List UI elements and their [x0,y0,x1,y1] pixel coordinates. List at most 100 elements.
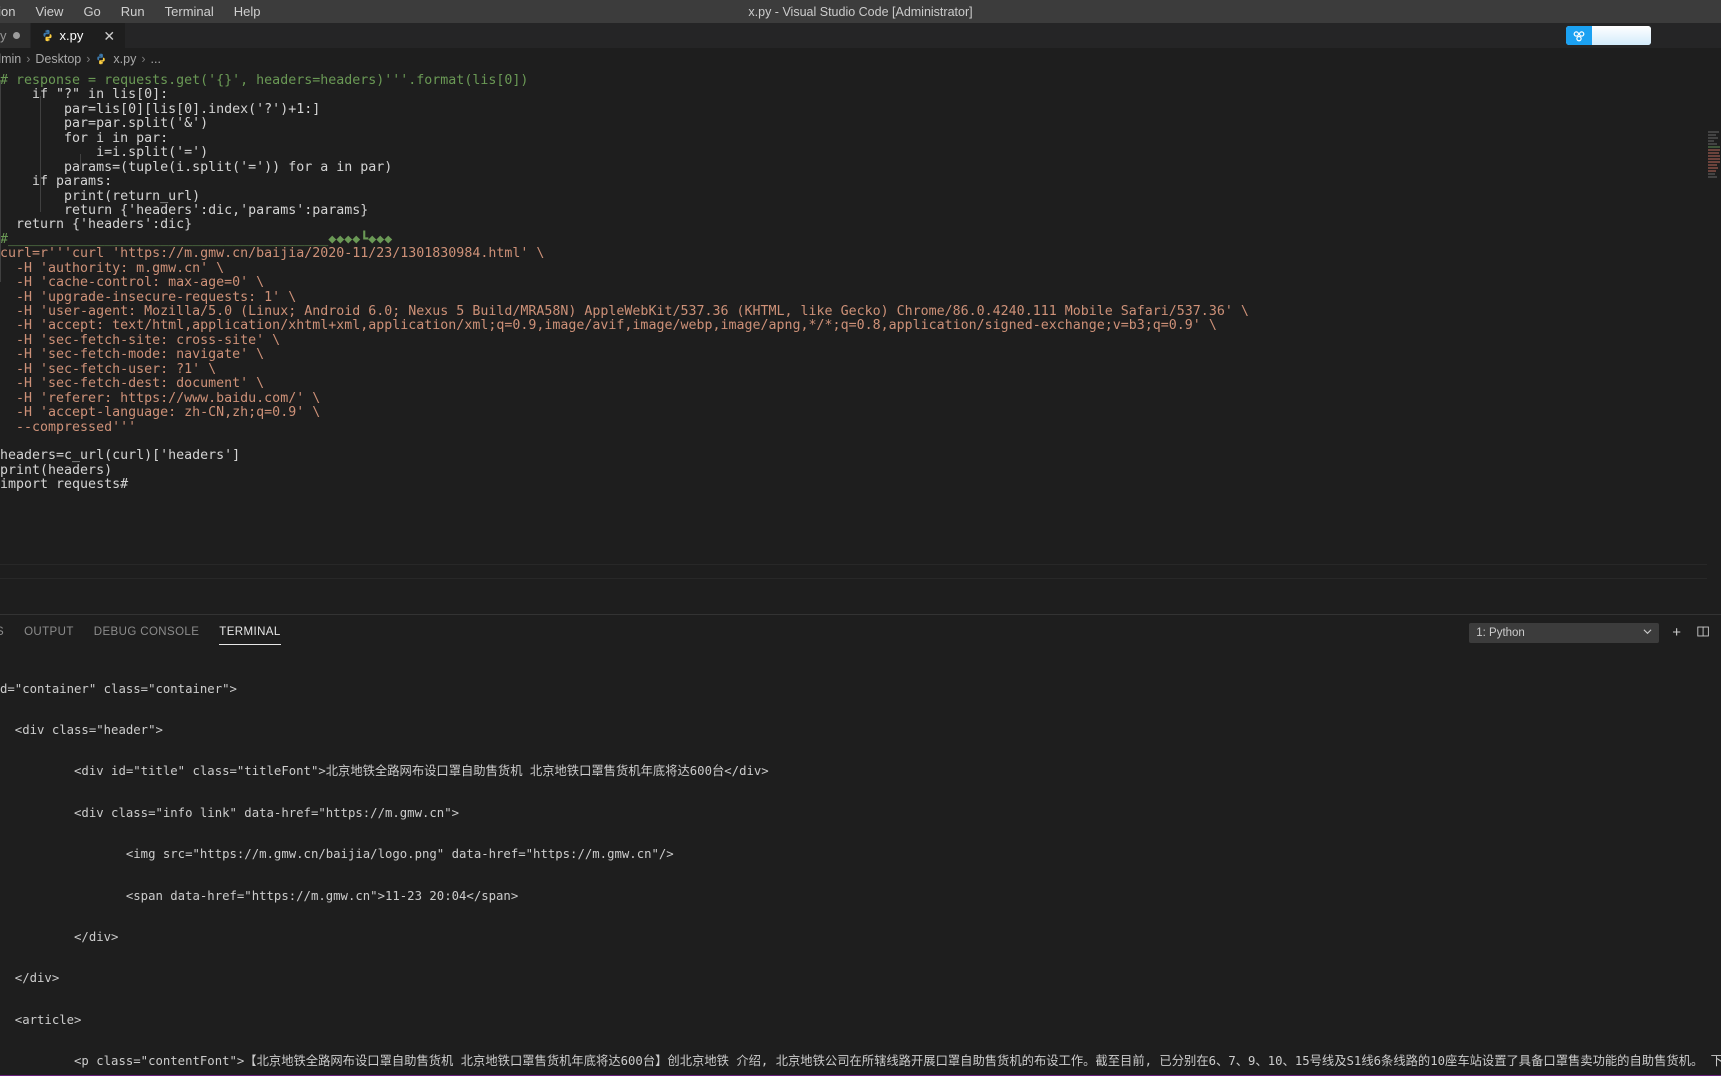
code-line: if "?" in lis[0]: [0,88,1721,102]
code-line-text: -H 'sec-fetch-user: ?1' \ [0,362,216,377]
code-line-text: -H 'sec-fetch-site: cross-site' \ [0,333,280,348]
terminal-line: <div id="title" class="titleFont">北京地铁全路… [0,765,1721,779]
menu-bar[interactable]: Selection View Go Run Terminal Help [0,2,271,21]
split-terminal-icon[interactable] [1694,625,1713,641]
terminal-line: </div> [0,931,1721,945]
code-line: print(return_url) [0,190,1721,204]
code-line: -H 'sec-fetch-user: ?1' \ [0,363,1721,377]
terminal-line: <span data-href="https://m.gmw.cn">11-23… [0,890,1721,904]
code-line: print(headers) [0,464,1721,478]
code-line: par=par.split('&') [0,117,1721,131]
code-line: -H 'sec-fetch-dest: document' \ [0,377,1721,391]
code-line-text: #_______________________________________… [0,232,392,247]
code-line-text: headers=c_url(curl)['headers'] [0,448,240,463]
panel-tab-output[interactable]: OUTPUT [14,615,84,650]
breadcrumb[interactable]: › admin › Desktop › x.py › ... [0,48,1721,70]
code-line: -H 'upgrade-insecure-requests: 1' \ [0,291,1721,305]
breadcrumb-sep-1: › [26,52,30,66]
close-icon[interactable]: ✕ [103,29,115,43]
code-line: if params: [0,175,1721,189]
terminal-line: <div class="info link" data-href="https:… [0,807,1721,821]
panel-tab-problems[interactable]: S [0,615,14,650]
code-line: headers=c_url(curl)['headers'] [0,449,1721,463]
code-line: --compressed''' [0,421,1721,435]
breadcrumb-item-file[interactable]: x.py [113,52,136,66]
code-line-text: return {'headers':dic} [0,217,192,232]
editor-tab-partial[interactable]: y [0,23,31,48]
code-line: -H 'accept: text/html,application/xhtml+… [0,319,1721,333]
code-line: -H 'user-agent: Mozilla/5.0 (Linux; Andr… [0,305,1721,319]
cursor-line-highlight [0,564,1721,579]
minimap[interactable] [1707,70,1721,614]
code-line: par=lis[0][lis[0].index('?')+1:] [0,103,1721,117]
terminal-line: <div class="header"> [0,724,1721,738]
indent-guide [0,82,1,282]
codelens-body [1592,26,1651,45]
terminal-line: <article> [0,1014,1721,1028]
panel-actions: 1: Python + [1469,615,1721,650]
menu-item-terminal[interactable]: Terminal [155,2,224,21]
code-line-text: -H 'user-agent: Mozilla/5.0 (Linux; Andr… [0,304,1249,319]
panel-tab-bar: S OUTPUT DEBUG CONSOLE TERMINAL 1: Pytho… [0,614,1721,649]
editor-tab-bar: y x.py ✕ [0,23,1721,48]
panel-tab-debug-console[interactable]: DEBUG CONSOLE [84,615,210,650]
code-line-text: # response = requests.get('{}', headers=… [0,73,528,88]
menu-item-help[interactable]: Help [224,2,271,21]
code-line-text: -H 'sec-fetch-dest: document' \ [0,376,264,391]
editor-tab-label: x.py [60,28,84,43]
code-line: return {'headers':dic,'params':params} [0,204,1721,218]
code-line-text: curl=r'''curl 'https://m.gmw.cn/baijia/2… [0,246,544,261]
code-line: -H 'sec-fetch-mode: navigate' \ [0,348,1721,362]
code-line: params=(tuple(i.split('=')) for a in par… [0,161,1721,175]
code-line-text: --compressed''' [0,420,136,435]
codelens-icon [1566,26,1592,45]
breadcrumb-item-desktop[interactable]: Desktop [35,52,81,66]
terminal-line: </div> [0,972,1721,986]
menu-item-run[interactable]: Run [111,2,155,21]
indent-guide [40,96,41,212]
code-line-text: if params: [0,174,112,189]
code-line-blank [0,435,1721,449]
code-line-text: par=par.split('&') [0,116,208,131]
terminal-output[interactable]: d="container" class="container"> <div cl… [0,649,1721,1069]
code-line-curl-start: curl=r'''curl 'https://m.gmw.cn/baijia/2… [0,247,1721,261]
menu-item-selection[interactable]: Selection [0,2,25,21]
editor-tab-partial-label: y [0,28,7,43]
code-line-text: -H 'authority: m.gmw.cn' \ [0,261,224,276]
menu-item-view[interactable]: View [25,2,73,21]
code-line-text: if "?" in lis[0]: [0,87,168,102]
code-line: -H 'sec-fetch-site: cross-site' \ [0,334,1721,348]
code-line-text: return {'headers':dic,'params':params} [0,203,368,218]
code-line-text: -H 'accept: text/html,application/xhtml+… [0,318,1217,333]
code-line-text: params=(tuple(i.split('=')) for a in par… [0,160,392,175]
code-line-comment-divider: #_______________________________________… [0,233,1721,247]
terminal-selector[interactable]: 1: Python [1469,623,1659,643]
terminal-line: <p class="contentFont">【北京地铁全路网布设口罩自助售货机… [0,1055,1721,1069]
breadcrumb-item-symbol[interactable]: ... [151,52,161,66]
editor-tab-xpy[interactable]: x.py ✕ [31,23,127,48]
add-terminal-icon[interactable]: + [1669,625,1684,640]
title-bar: Selection View Go Run Terminal Help x.py… [0,0,1721,23]
python-icon [41,29,54,42]
code-line-text: i=i.split('=') [0,145,208,160]
code-line-text: for i in par: [0,131,168,146]
code-line-text: -H 'sec-fetch-mode: navigate' \ [0,347,264,362]
indent-guide [80,154,81,169]
code-line-text: -H 'cache-control: max-age=0' \ [0,275,264,290]
code-line: for i in par: [0,132,1721,146]
code-line-text: -H 'referer: https://www.baidu.com/' \ [0,391,320,406]
codelens-badge[interactable] [1566,26,1651,45]
code-line: -H 'accept-language: zh-CN,zh;q=0.9' \ [0,406,1721,420]
code-line: -H 'cache-control: max-age=0' \ [0,276,1721,290]
code-line: return {'headers':dic} [0,218,1721,232]
code-line-text: par=lis[0][lis[0].index('?')+1:] [0,102,320,117]
breadcrumb-sep-2: › [86,52,90,66]
code-editor[interactable]: # response = requests.get('{}', headers=… [0,70,1721,614]
code-line-text: print(headers) [0,463,112,478]
code-line-text: print(return_url) [0,189,200,204]
panel-tab-terminal[interactable]: TERMINAL [209,615,290,650]
chevron-down-icon [1643,627,1652,639]
breadcrumb-sep-3: › [141,52,145,66]
breadcrumb-item-admin[interactable]: admin [0,52,21,66]
menu-item-go[interactable]: Go [73,2,110,21]
